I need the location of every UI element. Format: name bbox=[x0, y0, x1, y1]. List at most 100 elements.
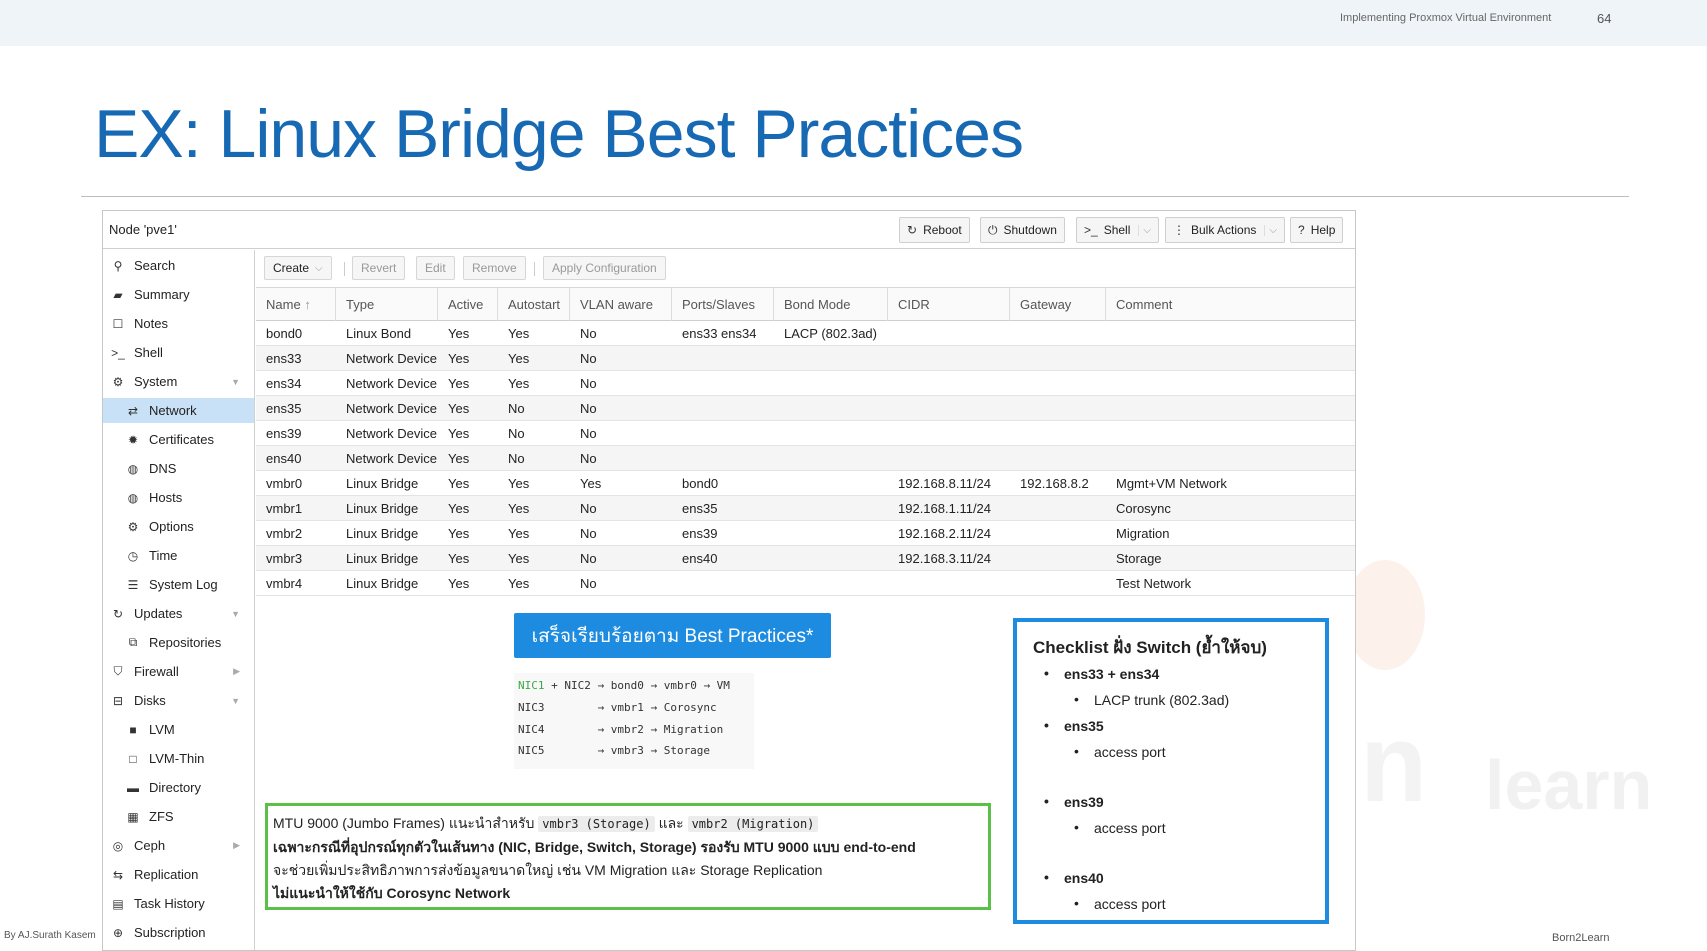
column-label: CIDR bbox=[898, 297, 930, 312]
edit-button[interactable]: Edit bbox=[416, 256, 455, 280]
help-button[interactable]: ? Help bbox=[1290, 217, 1344, 243]
grid-header: Name ↑ Type Active Autostart VLAN aware … bbox=[256, 288, 1355, 321]
nav-label: Task History bbox=[134, 896, 205, 911]
chevron-down-icon[interactable]: ⌵ bbox=[1264, 224, 1277, 236]
column-header-autostart[interactable]: Autostart bbox=[498, 288, 570, 321]
column-header-active[interactable]: Active bbox=[438, 288, 498, 321]
cell-vlan: No bbox=[580, 401, 597, 416]
apply-configuration-button[interactable]: Apply Configuration bbox=[543, 256, 666, 280]
cell-active: Yes bbox=[448, 551, 470, 566]
column-header-gateway[interactable]: Gateway bbox=[1010, 288, 1106, 321]
column-label: VLAN aware bbox=[580, 297, 653, 312]
chevron-right-icon[interactable]: ▶ bbox=[233, 666, 240, 677]
nav-item-ceph[interactable]: ◎ Ceph ▶ bbox=[103, 833, 254, 858]
nav-item-options[interactable]: ⚙ Options bbox=[103, 514, 254, 539]
column-header-type[interactable]: Type bbox=[336, 288, 438, 321]
cell-name: ens40 bbox=[266, 451, 302, 466]
nav-item-system-log[interactable]: ☰ System Log bbox=[103, 572, 254, 597]
nav-item-lvm[interactable]: ■ LVM bbox=[103, 717, 254, 742]
column-header-cidr[interactable]: CIDR bbox=[888, 288, 1010, 321]
cell-type: Linux Bridge bbox=[346, 551, 419, 566]
reboot-button[interactable]: ↻ Reboot bbox=[899, 217, 970, 243]
table-row[interactable]: ens34 Network Device Yes Yes No bbox=[256, 371, 1355, 396]
table-row[interactable]: vmbr4 Linux Bridge Yes Yes No Test Network bbox=[256, 571, 1355, 596]
chevron-right-icon[interactable]: ▶ bbox=[233, 840, 240, 851]
cell-autostart: Yes bbox=[508, 576, 530, 591]
watermark-text: learn bbox=[1485, 746, 1653, 824]
column-label: Gateway bbox=[1020, 297, 1072, 312]
cell-cidr: 192.168.2.11/24 bbox=[898, 526, 992, 541]
chevron-down-icon[interactable]: ⌵ bbox=[1138, 224, 1151, 236]
chevron-down-icon[interactable]: ▼ bbox=[231, 377, 240, 387]
remove-button[interactable]: Remove bbox=[463, 256, 526, 280]
nav-item-hosts[interactable]: ◍ Hosts bbox=[103, 485, 254, 510]
column-header-ports-slaves[interactable]: Ports/Slaves bbox=[672, 288, 774, 321]
revert-button[interactable]: Revert bbox=[352, 256, 406, 280]
table-row[interactable]: ens39 Network Device Yes No No bbox=[256, 421, 1355, 446]
column-header-vlan-aware[interactable]: VLAN aware bbox=[570, 288, 672, 321]
table-row[interactable]: bond0 Linux Bond Yes Yes No ens33 ens34 LACP (… bbox=[256, 321, 1355, 346]
nav-item-search[interactable]: ⚲ Search bbox=[103, 253, 254, 278]
shutdown-button[interactable]: ⏻ Shutdown bbox=[980, 217, 1065, 243]
nav-item-replication[interactable]: ⇆ Replication bbox=[103, 862, 254, 887]
nav-item-updates[interactable]: ↻ Updates ▼ bbox=[103, 601, 254, 626]
nav-item-summary[interactable]: ▰ Summary bbox=[103, 282, 254, 307]
mtu-line: MTU 9000 (Jumbo Frames) แนะนำสำหรับ vmbr… bbox=[273, 812, 983, 836]
column-header-name[interactable]: Name ↑ bbox=[256, 288, 336, 321]
bulk-actions-button[interactable]: ⋮ Bulk Actions ⌵ bbox=[1165, 217, 1285, 243]
table-row[interactable]: ens33 Network Device Yes Yes No bbox=[256, 346, 1355, 371]
nav-item-directory[interactable]: ▬ Directory bbox=[103, 775, 254, 800]
nav-label: Notes bbox=[134, 316, 168, 331]
cell-active: Yes bbox=[448, 426, 470, 441]
cell-active: Yes bbox=[448, 351, 470, 366]
checklist-title: Checklist ฝั่ง Switch (ย้ำให้จบ) bbox=[1033, 638, 1267, 657]
cell-active: Yes bbox=[448, 401, 470, 416]
nav-item-subscription[interactable]: ⊕ Subscription bbox=[103, 920, 254, 945]
chevron-down-icon[interactable]: ▼ bbox=[231, 609, 240, 619]
nav-item-notes[interactable]: ☐ Notes bbox=[103, 311, 254, 336]
table-row[interactable]: vmbr3 Linux Bridge Yes Yes No ens40 192.168.3.… bbox=[256, 546, 1355, 571]
nav-item-lvm-thin[interactable]: □ LVM-Thin bbox=[103, 746, 254, 771]
nav-label: LVM-Thin bbox=[149, 751, 205, 766]
column-header-comment[interactable]: Comment bbox=[1106, 288, 1355, 321]
nav-item-network[interactable]: ⇄ Network bbox=[103, 398, 254, 423]
nav-item-disks[interactable]: ⊟ Disks ▼ bbox=[103, 688, 254, 713]
nav-item-repositories[interactable]: ⧉ Repositories bbox=[103, 630, 254, 655]
table-row[interactable]: vmbr0 Linux Bridge Yes Yes Yes bond0 192.168.8… bbox=[256, 471, 1355, 496]
table-row[interactable]: ens40 Network Device Yes No No bbox=[256, 446, 1355, 471]
nav-item-zfs[interactable]: ▦ ZFS bbox=[103, 804, 254, 829]
hdd-icon: ⊟ bbox=[112, 693, 124, 708]
cell-type: Network Device bbox=[346, 351, 438, 366]
cell-vlan: No bbox=[580, 501, 597, 516]
shell-button[interactable]: >_ Shell ⌵ bbox=[1076, 217, 1159, 243]
nav-item-system[interactable]: ⚙ System ▼ bbox=[103, 369, 254, 394]
chevron-down-icon[interactable]: ▼ bbox=[231, 696, 240, 706]
table-row[interactable]: ens35 Network Device Yes No No bbox=[256, 396, 1355, 421]
table-row[interactable]: vmbr2 Linux Bridge Yes Yes No ens39 192.168.2.… bbox=[256, 521, 1355, 546]
nav-item-firewall[interactable]: ⛉ Firewall ▶ bbox=[103, 659, 254, 684]
remove-label: Remove bbox=[472, 261, 517, 275]
cell-name: vmbr2 bbox=[266, 526, 303, 541]
retweet-icon: ⇆ bbox=[112, 867, 124, 882]
checklist-subitem: access port bbox=[1074, 895, 1165, 912]
table-row[interactable]: vmbr1 Linux Bridge Yes Yes No ens35 192.168.1.… bbox=[256, 496, 1355, 521]
support-icon: ⊕ bbox=[112, 925, 124, 940]
column-header-bond-mode[interactable]: Bond Mode bbox=[774, 288, 888, 321]
nav-item-certificates[interactable]: ✹ Certificates bbox=[103, 427, 254, 452]
nav-item-task-history[interactable]: ▤ Task History bbox=[103, 891, 254, 916]
nav-item-dns[interactable]: ◍ DNS bbox=[103, 456, 254, 481]
column-label: Bond Mode bbox=[784, 297, 851, 312]
create-button[interactable]: Create ⌵ bbox=[264, 256, 332, 280]
mtu-code: vmbr2 (Migration) bbox=[687, 816, 819, 832]
node-title: Node 'pve1' bbox=[109, 222, 177, 237]
sort-asc-icon: ↑ bbox=[304, 297, 311, 312]
column-label: Name bbox=[266, 297, 301, 312]
author-credit: By AJ.Surath Kasem bbox=[4, 930, 96, 941]
cell-cidr: 192.168.8.11/24 bbox=[898, 476, 992, 491]
cell-name: ens34 bbox=[266, 376, 302, 391]
watermark-logo-letter: n bbox=[1360, 702, 1428, 825]
nav-item-shell[interactable]: >_ Shell bbox=[103, 340, 254, 365]
help-label: Help bbox=[1310, 223, 1336, 237]
shutdown-label: Shutdown bbox=[1003, 223, 1057, 237]
nav-item-time[interactable]: ◷ Time bbox=[103, 543, 254, 568]
